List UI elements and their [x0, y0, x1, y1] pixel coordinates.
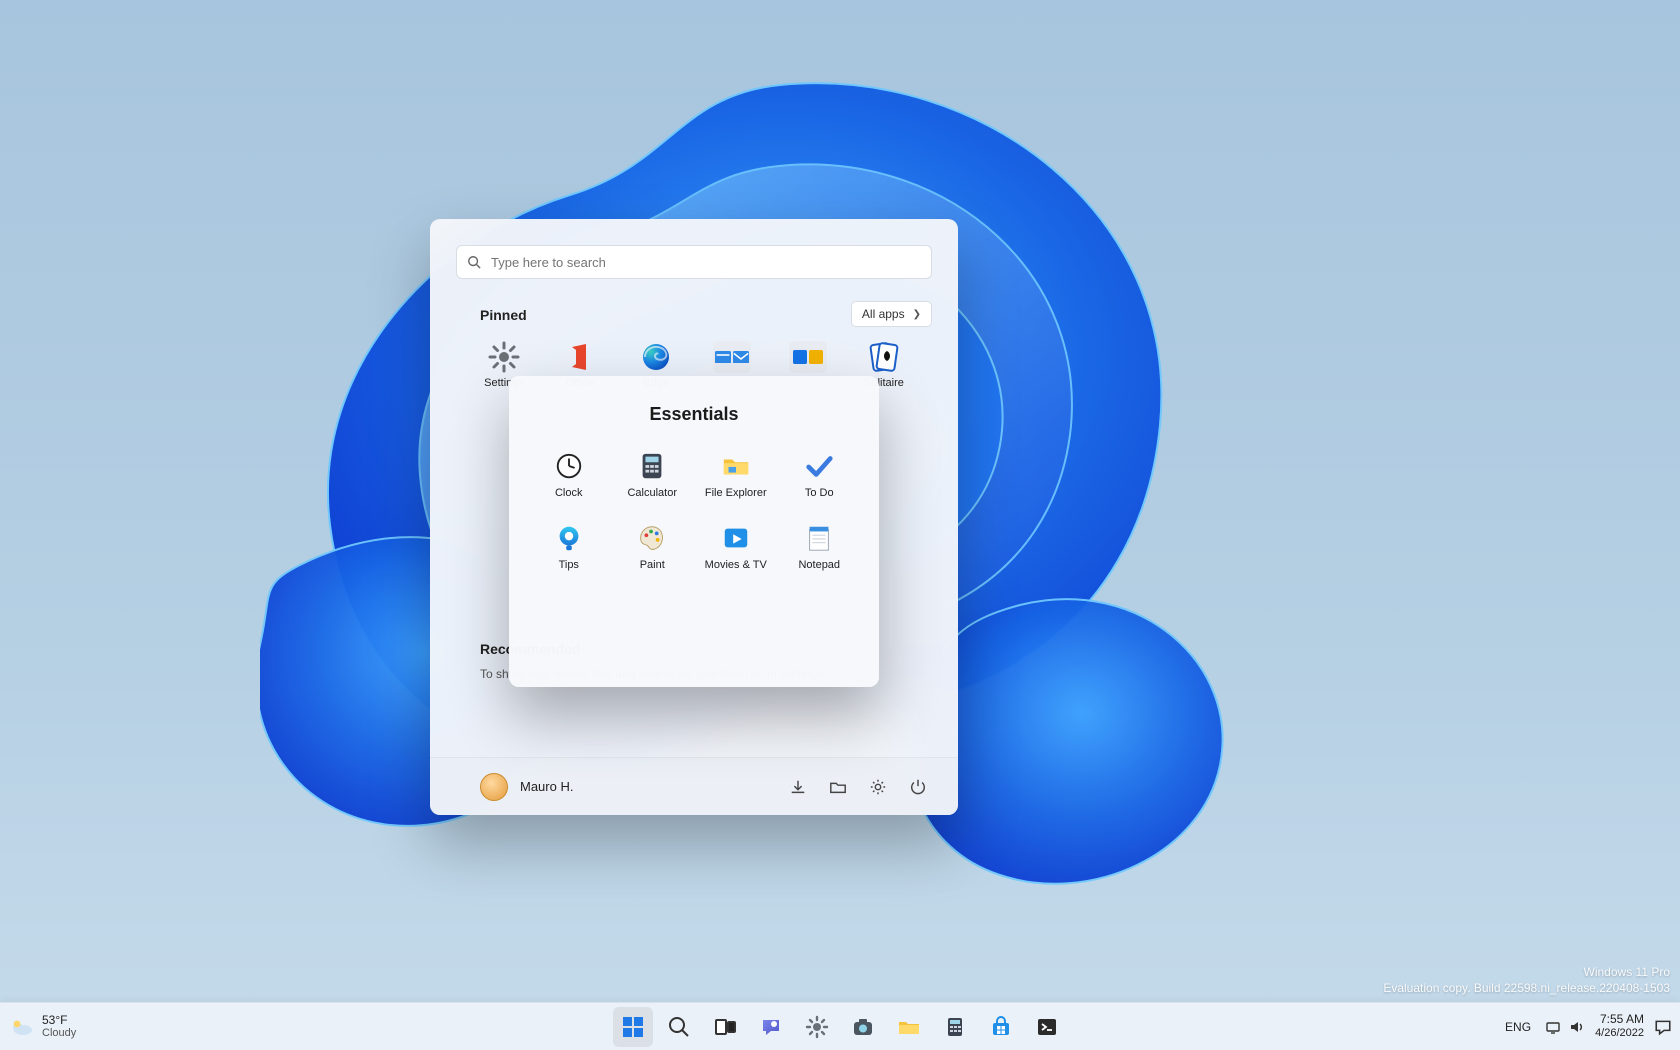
taskbar-start-button[interactable]: [613, 1007, 653, 1047]
taskbar-chat-button[interactable]: [751, 1007, 791, 1047]
all-apps-button[interactable]: All apps ❯: [851, 301, 932, 327]
windows-logo-icon: [621, 1015, 645, 1039]
folder-preview-icon: [789, 341, 827, 373]
folder-app-label: Movies & TV: [705, 559, 767, 571]
taskbar-app-calculator[interactable]: [935, 1007, 975, 1047]
terminal-icon: [1035, 1015, 1059, 1039]
folder-app-label: Paint: [640, 559, 665, 571]
todo-icon: [804, 451, 834, 481]
downloads-button[interactable]: [788, 777, 808, 797]
taskbar-system-tray[interactable]: [1545, 1019, 1585, 1035]
folder-app-todo[interactable]: To Do: [778, 451, 862, 499]
paint-icon: [637, 523, 667, 553]
folder-app-label: Notepad: [798, 559, 840, 571]
settings-icon: [488, 341, 520, 373]
folder-app-label: Calculator: [627, 487, 677, 499]
settings-icon: [805, 1015, 829, 1039]
taskbar-search-button[interactable]: [659, 1007, 699, 1047]
clock-icon: [554, 451, 584, 481]
network-icon: [1545, 1019, 1561, 1035]
notification-icon: [1654, 1018, 1672, 1036]
taskbar-weather-widget[interactable]: 53°F Cloudy: [10, 1003, 76, 1050]
folder-app-label: File Explorer: [705, 487, 767, 499]
folder-app-file-explorer[interactable]: File Explorer: [694, 451, 778, 499]
folder-title: Essentials: [509, 404, 879, 425]
taskbar-right: ENG 7:55 AM 4/26/2022: [1501, 1003, 1672, 1050]
office-icon: [564, 341, 596, 373]
settings-button[interactable]: [868, 777, 888, 797]
taskbar-time: 7:55 AM: [1600, 1013, 1644, 1027]
desktop-watermark: Windows 11 Pro Evaluation copy. Build 22…: [1383, 964, 1670, 996]
folder-app-label: To Do: [805, 487, 834, 499]
store-icon: [989, 1015, 1013, 1039]
weather-icon: [10, 1015, 34, 1039]
weather-condition: Cloudy: [42, 1027, 76, 1039]
pinned-header: Pinned: [480, 307, 527, 323]
taskbar-taskview-button[interactable]: [705, 1007, 745, 1047]
folder-app-tips[interactable]: Tips: [527, 523, 611, 571]
taskbar-clock[interactable]: 7:55 AM 4/26/2022: [1595, 1013, 1644, 1039]
file-explorer-icon: [721, 451, 751, 481]
documents-button[interactable]: [828, 777, 848, 797]
taskbar-language[interactable]: ENG: [1501, 1020, 1535, 1034]
watermark-build: Evaluation copy. Build 22598.ni_release.…: [1383, 980, 1670, 996]
calculator-icon: [637, 451, 667, 481]
taskbar-date: 4/26/2022: [1595, 1027, 1644, 1040]
folder-grid: Clock Calculator File Explorer To Do Tip…: [527, 451, 861, 571]
taskbar-app-terminal[interactable]: [1027, 1007, 1067, 1047]
chevron-right-icon: ❯: [913, 309, 921, 320]
folder-app-label: Tips: [559, 559, 579, 571]
calculator-icon: [943, 1015, 967, 1039]
edge-icon: [640, 341, 672, 373]
solitaire-icon: [868, 341, 900, 373]
start-search-box[interactable]: [456, 245, 932, 279]
watermark-edition: Windows 11 Pro: [1383, 964, 1670, 980]
folder-app-calculator[interactable]: Calculator: [611, 451, 695, 499]
search-icon: [467, 255, 481, 269]
taskbar-app-file-explorer[interactable]: [889, 1007, 929, 1047]
taskbar-app-settings[interactable]: [797, 1007, 837, 1047]
taskbar-center: [613, 1003, 1067, 1050]
power-button[interactable]: [908, 777, 928, 797]
folder-app-label: Clock: [555, 487, 583, 499]
folder-preview-icon: [713, 341, 751, 373]
user-name[interactable]: Mauro H.: [520, 779, 788, 794]
taskbar-app-store[interactable]: [981, 1007, 1021, 1047]
folder-app-movies-tv[interactable]: Movies & TV: [694, 523, 778, 571]
weather-temp: 53°F: [42, 1014, 76, 1027]
file-explorer-icon: [897, 1015, 921, 1039]
start-footer: Mauro H.: [430, 757, 958, 815]
start-search-input[interactable]: [491, 255, 921, 270]
chat-icon: [759, 1015, 783, 1039]
taskbar-notifications-button[interactable]: [1654, 1018, 1672, 1036]
all-apps-label: All apps: [862, 307, 905, 321]
search-icon: [667, 1015, 691, 1039]
task-view-icon: [713, 1015, 737, 1039]
taskbar: 53°F Cloudy ENG 7:55 AM 4/26/2022: [0, 1002, 1680, 1050]
camera-icon: [851, 1015, 875, 1039]
tips-icon: [554, 523, 584, 553]
folder-app-notepad[interactable]: Notepad: [778, 523, 862, 571]
movies-tv-icon: [721, 523, 751, 553]
folder-app-paint[interactable]: Paint: [611, 523, 695, 571]
user-avatar[interactable]: [480, 773, 508, 801]
essentials-folder-flyout: Essentials Clock Calculator File Explore…: [509, 376, 879, 687]
notepad-icon: [804, 523, 834, 553]
taskbar-app-snipping-tool[interactable]: [843, 1007, 883, 1047]
folder-app-clock[interactable]: Clock: [527, 451, 611, 499]
volume-icon: [1569, 1019, 1585, 1035]
